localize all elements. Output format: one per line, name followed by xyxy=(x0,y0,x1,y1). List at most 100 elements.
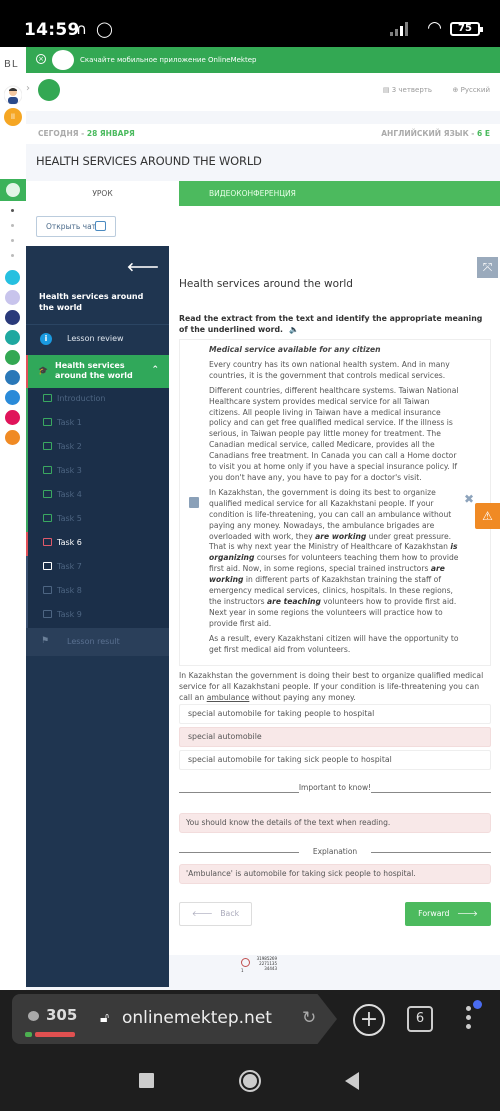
book-icon xyxy=(189,497,199,508)
forward-button[interactable]: Forward 🡒 xyxy=(405,902,491,926)
smart-app-icon[interactable] xyxy=(5,310,20,325)
browser-toolbar: 305 🔓︎ onlinemektep.net ↻ + 6 xyxy=(0,990,500,1047)
item-label: Task 4 xyxy=(57,490,82,499)
tab-videoconference[interactable]: ВИДЕОКОНФЕРЕНЦИЯ xyxy=(179,181,500,206)
url-text[interactable]: onlinemektep.net xyxy=(122,1008,272,1028)
chevron-right-icon[interactable]: › xyxy=(26,83,30,94)
quarter-selector[interactable]: ▤ 3 четверть xyxy=(383,86,432,94)
counter-line: 34443 xyxy=(264,966,277,971)
lesson-sidebar: 🡐 Health services around the world i Les… xyxy=(26,246,169,987)
counter-left: 1 xyxy=(241,968,244,973)
passage-paragraph: As a result, every Kazakhstani citizen w… xyxy=(209,633,459,654)
warning-icon[interactable]: ⚠ xyxy=(475,503,500,529)
unlock-icon[interactable]: 🔓︎ xyxy=(100,1010,109,1026)
highlighted-verb: are teaching xyxy=(266,596,321,606)
date-value: 28 ЯНВАРЯ xyxy=(86,129,135,138)
site-header: › ▤ 3 четверть ⊕ Русский xyxy=(26,73,500,111)
forward-label: Forward xyxy=(418,909,450,918)
language-label: Русский xyxy=(460,86,490,94)
signal-icon xyxy=(390,22,412,36)
tulip-app-icon[interactable] xyxy=(5,410,20,425)
explanation-label: Explanation xyxy=(312,847,358,856)
new-tab-icon[interactable]: + xyxy=(353,1004,385,1036)
help-app-icon[interactable] xyxy=(5,270,20,285)
app-icon-orange[interactable] xyxy=(5,430,20,445)
sidebar-item-task-7[interactable]: Task 7 xyxy=(26,556,169,580)
answer-option-selected-wrong[interactable]: special automobile xyxy=(179,727,491,747)
lesson-result-label: Lesson result xyxy=(67,637,120,646)
back-nav-button[interactable] xyxy=(345,1072,359,1090)
speaker-icon[interactable]: 🔈 xyxy=(289,325,299,334)
divider-line xyxy=(179,852,299,853)
item-label: Task 5 xyxy=(57,514,82,523)
sidebar-item-task-9[interactable]: Task 9 xyxy=(26,604,169,628)
passage-paragraph: In Kazakhstan, the government is doing i… xyxy=(209,488,463,630)
chat-icon xyxy=(95,221,106,231)
rating-bar-positive xyxy=(25,1032,32,1037)
home-button[interactable] xyxy=(239,1070,261,1092)
tab-switcher-button[interactable]: 6 xyxy=(407,1006,433,1032)
answer-option[interactable]: special automobile for taking sick peopl… xyxy=(179,750,491,770)
close-icon[interactable]: × xyxy=(36,54,46,64)
arrow-left-icon[interactable]: 🡐 xyxy=(127,259,159,274)
address-bar[interactable]: 305 🔓︎ onlinemektep.net ↻ xyxy=(12,994,337,1044)
user-avatar-icon[interactable] xyxy=(4,85,22,105)
today-date: СЕГОДНЯ - 28 ЯНВАРЯ xyxy=(38,129,135,138)
language-selector[interactable]: ⊕ Русский xyxy=(453,86,490,94)
app-icon-green[interactable] xyxy=(5,350,20,365)
tab-lesson[interactable]: УРОК xyxy=(26,181,179,206)
sidebar-item-task-1[interactable]: Task 1 xyxy=(26,412,169,436)
coin-badge[interactable]: ll xyxy=(4,108,22,126)
explanation-note: 'Ambulance' is automobile for taking sic… xyxy=(179,864,491,884)
comment-count[interactable]: 305 xyxy=(46,1006,77,1024)
onlinemektep-logo[interactable] xyxy=(38,79,60,101)
answer-option[interactable]: special automobile for taking people to … xyxy=(179,704,491,724)
sidebar-item-lesson-result[interactable]: ⚑ Lesson result xyxy=(26,628,169,656)
back-button[interactable]: 🡐 Back xyxy=(179,902,252,926)
date-bar: СЕГОДНЯ - 28 ЯНВАРЯ АНГЛИЙСКИЙ ЯЗЫК - 6 … xyxy=(26,124,500,144)
rail-dot[interactable] xyxy=(11,209,14,212)
item-label: Task 3 xyxy=(57,466,82,475)
rail-dot[interactable] xyxy=(11,224,14,227)
sidebar-title: Health services around the world xyxy=(39,292,144,312)
flag-icon: ⚑ xyxy=(41,636,50,646)
item-label: Introduction xyxy=(57,394,106,403)
item-label: Task 2 xyxy=(57,442,82,451)
section-label: Health services around the world xyxy=(55,361,133,380)
rail-dot[interactable] xyxy=(11,239,14,242)
visit-counter: 1 31985269 2271135 34443 xyxy=(241,956,281,976)
reload-icon[interactable]: ↻ xyxy=(302,1008,316,1028)
counter-numbers: 31985269 2271135 34443 xyxy=(255,956,277,971)
open-chat-button[interactable]: Открыть чат xyxy=(36,216,116,237)
clock: 14:59 xyxy=(24,20,80,40)
chevron-up-icon[interactable]: ⌃ xyxy=(151,365,159,375)
sidebar-section-active[interactable]: 🎓 Health services around the world ⌃ xyxy=(26,355,169,388)
sidebar-item-task-8[interactable]: Task 8 xyxy=(26,580,169,604)
menu-icon[interactable] xyxy=(466,1000,482,1032)
app-icon-teal[interactable] xyxy=(5,330,20,345)
sidebar-item-introduction[interactable]: Introduction xyxy=(26,388,169,412)
app-download-banner[interactable]: × Скачайте мобильное приложение OnlineMe… xyxy=(26,47,500,73)
open-chat-label: Открыть чат xyxy=(46,222,97,231)
rail-dot[interactable] xyxy=(11,254,14,257)
mail-app-icon[interactable] xyxy=(5,290,20,305)
item-label: Task 6 xyxy=(57,538,82,547)
sidebar-item-task-2[interactable]: Task 2 xyxy=(26,436,169,460)
book-app-icon[interactable] xyxy=(5,390,20,405)
sidebar-item-task-6[interactable]: Task 6 xyxy=(26,532,169,556)
lesson-review-label: Lesson review xyxy=(67,334,124,343)
onlinemektep-logo xyxy=(52,50,74,70)
sidebar-item-task-3[interactable]: Task 3 xyxy=(26,460,169,484)
sidebar-item-task-5[interactable]: Task 5 xyxy=(26,508,169,532)
back-label: Back xyxy=(220,909,240,918)
divider-line xyxy=(371,852,491,853)
sidebar-item-task-4[interactable]: Task 4 xyxy=(26,484,169,508)
sidebar-item-lesson-review[interactable]: i Lesson review xyxy=(26,325,169,355)
close-icon[interactable]: ✖ xyxy=(464,492,474,506)
expand-icon[interactable]: ⤧ xyxy=(477,257,498,278)
recents-button[interactable] xyxy=(139,1073,154,1088)
explanation-divider: Explanation xyxy=(179,842,491,866)
rail-item-active[interactable] xyxy=(0,179,26,201)
banner-text: Скачайте мобильное приложение OnlineMekt… xyxy=(80,56,257,64)
app-icon-blue[interactable] xyxy=(5,370,20,385)
